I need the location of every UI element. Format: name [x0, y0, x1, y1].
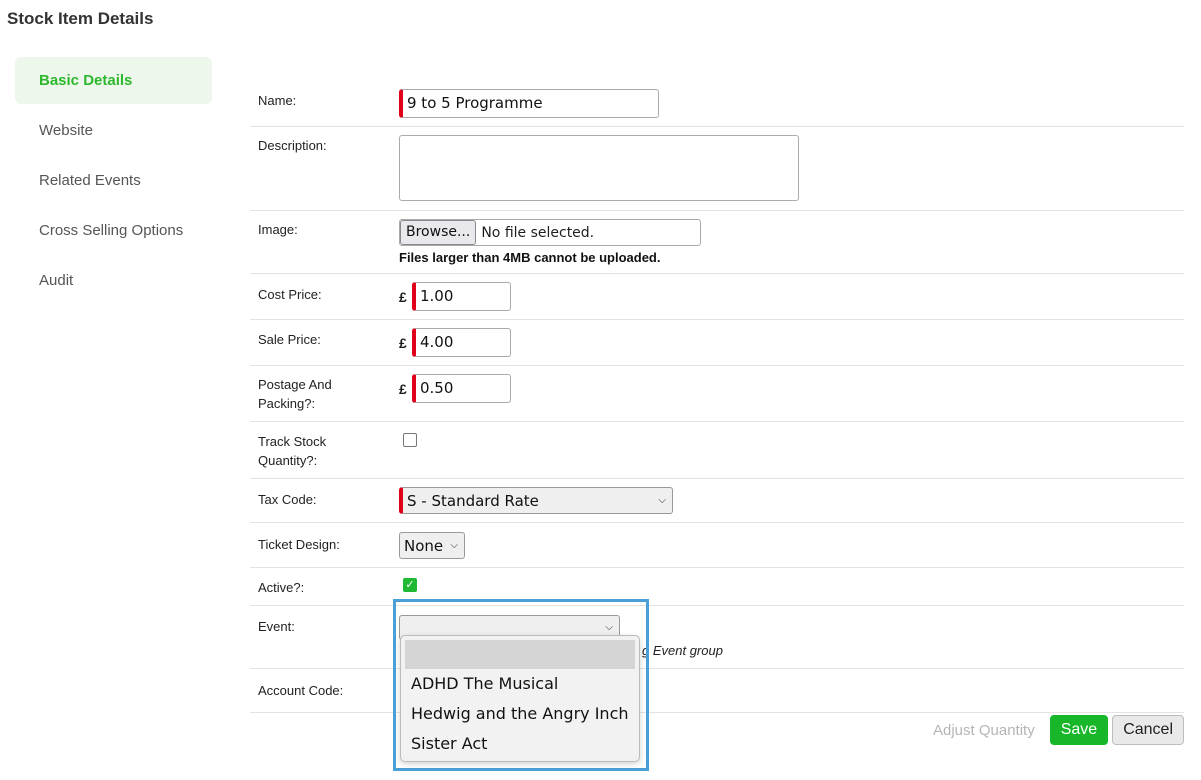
- cancel-button[interactable]: Cancel: [1112, 715, 1184, 745]
- file-size-note: Files larger than 4MB cannot be uploaded…: [399, 250, 661, 265]
- track-stock-row: Track Stock Quantity?:: [250, 422, 1184, 479]
- sidebar-item-website[interactable]: Website: [15, 107, 212, 154]
- sidebar-item-related-events[interactable]: Related Events: [15, 157, 212, 204]
- cost-price-input[interactable]: 1.00: [412, 282, 511, 311]
- chevron-down-icon: ⌵: [605, 622, 613, 633]
- adjust-quantity-link[interactable]: Adjust Quantity: [933, 722, 1035, 739]
- tax-code-value: S - Standard Rate: [407, 491, 539, 510]
- browse-button[interactable]: Browse...: [400, 220, 477, 245]
- event-dropdown-list: ADHD The Musical Hedwig and the Angry In…: [400, 635, 640, 762]
- currency-symbol: £: [399, 334, 407, 351]
- sale-price-row: Sale Price: £ 4.00: [250, 320, 1184, 366]
- sidebar-item-basic-details[interactable]: Basic Details: [15, 57, 212, 104]
- track-stock-checkbox[interactable]: [403, 433, 417, 447]
- image-file-input[interactable]: Browse... No file selected.: [399, 219, 701, 246]
- ticket-design-value: None: [404, 536, 444, 555]
- name-input[interactable]: 9 to 5 Programme: [399, 89, 659, 118]
- active-row: Active?: ✓: [250, 568, 1184, 606]
- postage-label: Postage And Packing?:: [258, 377, 332, 411]
- tax-code-select[interactable]: S - Standard Rate ⌵: [399, 487, 673, 514]
- ticket-design-select[interactable]: None ⌵: [399, 532, 465, 559]
- sale-price-input[interactable]: 4.00: [412, 328, 511, 357]
- active-checkbox[interactable]: ✓: [403, 578, 417, 592]
- sidebar-item-cross-selling-options[interactable]: Cross Selling Options: [15, 207, 212, 254]
- name-label: Name:: [258, 93, 297, 108]
- cost-price-label: Cost Price:: [258, 287, 322, 302]
- account-code-row: Account Code:: [250, 669, 1184, 713]
- sale-price-label: Sale Price:: [258, 332, 321, 347]
- event-group-hint: g Event group: [642, 643, 723, 658]
- form-footer: Adjust Quantity Save Cancel: [933, 715, 1184, 745]
- currency-symbol: £: [399, 288, 407, 305]
- active-label: Active?:: [258, 580, 305, 595]
- file-status-text: No file selected.: [481, 224, 595, 241]
- ticket-design-row: Ticket Design: None ⌵: [250, 523, 1184, 568]
- name-row: Name: 9 to 5 Programme: [250, 81, 1184, 127]
- ticket-design-label: Ticket Design:: [258, 537, 340, 552]
- event-label: Event:: [258, 619, 295, 634]
- cost-price-row: Cost Price: £ 1.00: [250, 274, 1184, 320]
- event-option[interactable]: ADHD The Musical: [401, 669, 639, 699]
- chevron-down-icon: ⌵: [658, 495, 666, 506]
- save-button[interactable]: Save: [1049, 715, 1109, 745]
- tax-code-row: Tax Code: S - Standard Rate ⌵: [250, 479, 1184, 523]
- description-row: Description:: [250, 127, 1184, 211]
- tax-code-label: Tax Code:: [258, 492, 317, 507]
- description-label: Description:: [258, 138, 327, 153]
- chevron-down-icon: ⌵: [450, 540, 458, 551]
- sidebar-item-audit[interactable]: Audit: [15, 257, 212, 304]
- event-option[interactable]: Hedwig and the Angry Inch: [401, 699, 639, 729]
- currency-symbol: £: [399, 380, 407, 397]
- track-stock-label: Track Stock Quantity?:: [258, 434, 327, 468]
- postage-row: Postage And Packing?: £ 0.50: [250, 366, 1184, 422]
- stock-item-form: Name: 9 to 5 Programme Description: Imag…: [250, 81, 1184, 713]
- image-row: Image: Browse... No file selected. Files…: [250, 211, 1184, 274]
- event-option[interactable]: Sister Act: [401, 729, 639, 759]
- event-option-blank[interactable]: [405, 640, 635, 669]
- description-textarea[interactable]: [399, 135, 799, 201]
- image-label: Image:: [258, 222, 298, 237]
- account-code-label: Account Code:: [258, 683, 344, 698]
- postage-input[interactable]: 0.50: [412, 374, 511, 403]
- page-title: Stock Item Details: [7, 9, 154, 28]
- event-row: Event: ⌵ g Event group: [250, 606, 1184, 669]
- sidebar-nav: Basic Details Website Related Events Cro…: [15, 57, 212, 307]
